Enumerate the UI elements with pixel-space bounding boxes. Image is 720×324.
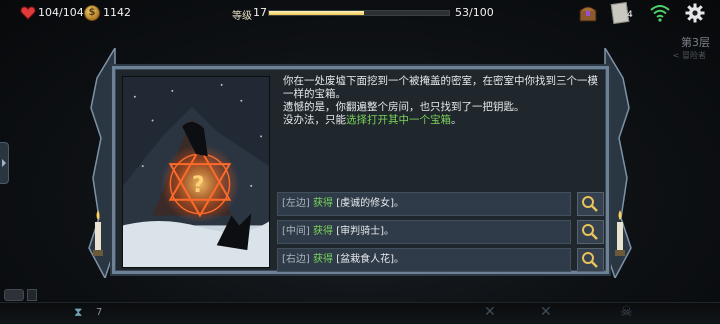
card-count: 4 xyxy=(627,10,633,20)
choice-end: 。 xyxy=(394,254,404,265)
xp-bar xyxy=(268,10,450,16)
hourglass-icon: ⧗ xyxy=(74,305,83,319)
choice-middle-button[interactable]: [中间] 获得 [审判骑士]。 xyxy=(277,220,571,244)
level-label: 等级 xyxy=(232,11,252,22)
floor-sub-label[interactable]: < 冒险者 xyxy=(673,50,706,61)
choice-right-button[interactable]: [右边] 获得 [盆栽食人花]。 xyxy=(277,248,571,272)
choice-verb: 获得 xyxy=(313,226,333,237)
xp-value: 53/100 xyxy=(455,6,494,19)
gold-coin-icon: $ xyxy=(84,5,100,21)
event-story-text: 你在一处废墟下面挖到一个被掩盖的密室，在密室中你找到三个一模一样的宝箱。 遗憾的… xyxy=(283,75,603,127)
inspect-button[interactable] xyxy=(577,192,604,216)
floor-label: 第3层 xyxy=(681,36,710,49)
story-text: 没办法，只能 xyxy=(283,114,346,126)
story-line: 没办法，只能选择打开其中一个宝箱。 xyxy=(283,114,603,127)
choice-position: [中间] xyxy=(282,226,310,237)
event-dialog: ? 你在一处废墟下面挖到一个被掩盖的密室，在密室中你找到三个一模一样的宝箱。 遗… xyxy=(112,66,609,274)
hp-value: 104/104 xyxy=(38,6,84,19)
treasure-chest-icon[interactable] xyxy=(578,3,598,23)
choice-verb: 获得 xyxy=(313,198,333,209)
choice-position: [右边] xyxy=(282,254,310,265)
turn-count: 7 xyxy=(96,307,103,318)
story-line: 你在一处废墟下面挖到一个被掩盖的密室，在密室中你找到三个一模一样的宝箱。 xyxy=(283,75,598,100)
top-hud: 104/104 $ 1142 等级 17 53/100 4 xyxy=(0,0,720,28)
gold-value: 1142 xyxy=(103,6,131,19)
xp-bar-fill xyxy=(269,11,365,15)
choice-reward: [审判骑士] xyxy=(336,226,384,237)
choice-verb: 获得 xyxy=(313,254,333,265)
svg-text:?: ? xyxy=(192,173,205,198)
wifi-icon xyxy=(650,5,670,22)
skull-icon: ☠ xyxy=(620,304,633,320)
chat-icon[interactable] xyxy=(4,289,24,301)
candle-icon xyxy=(615,210,625,256)
inspect-button[interactable] xyxy=(577,248,604,272)
side-expand-tab[interactable] xyxy=(0,142,9,184)
chat-expand-button[interactable] xyxy=(27,289,37,301)
heart-icon xyxy=(20,6,36,20)
choice-position: [左边] xyxy=(282,198,310,209)
bottom-bar xyxy=(0,302,720,324)
inspect-button[interactable] xyxy=(577,220,604,244)
candle-icon xyxy=(93,210,103,256)
choice-reward: [虔诚的修女] xyxy=(336,198,394,209)
choice-left-button[interactable]: [左边] 获得 [虔诚的修女]。 xyxy=(277,192,571,216)
crossed-swords-icon: ✕ xyxy=(484,304,496,320)
choice-end: 。 xyxy=(384,226,394,237)
story-text: 。 xyxy=(451,114,462,126)
choice-reward: [盆栽食人花] xyxy=(336,254,394,265)
story-line: 遗憾的是，你翻遍整个房间，也只找到了一把钥匙。 xyxy=(283,101,525,113)
magnifier-icon xyxy=(582,196,598,212)
magnifier-icon xyxy=(582,252,598,268)
gear-icon[interactable] xyxy=(685,3,705,23)
magnifier-icon xyxy=(582,224,598,240)
level-value: 17 xyxy=(253,6,267,19)
choice-end: 。 xyxy=(394,198,404,209)
story-highlight: 选择打开其中一个宝箱 xyxy=(346,114,451,126)
event-illustration: ? xyxy=(122,76,270,268)
crossed-swords-icon: ✕ xyxy=(540,304,552,320)
